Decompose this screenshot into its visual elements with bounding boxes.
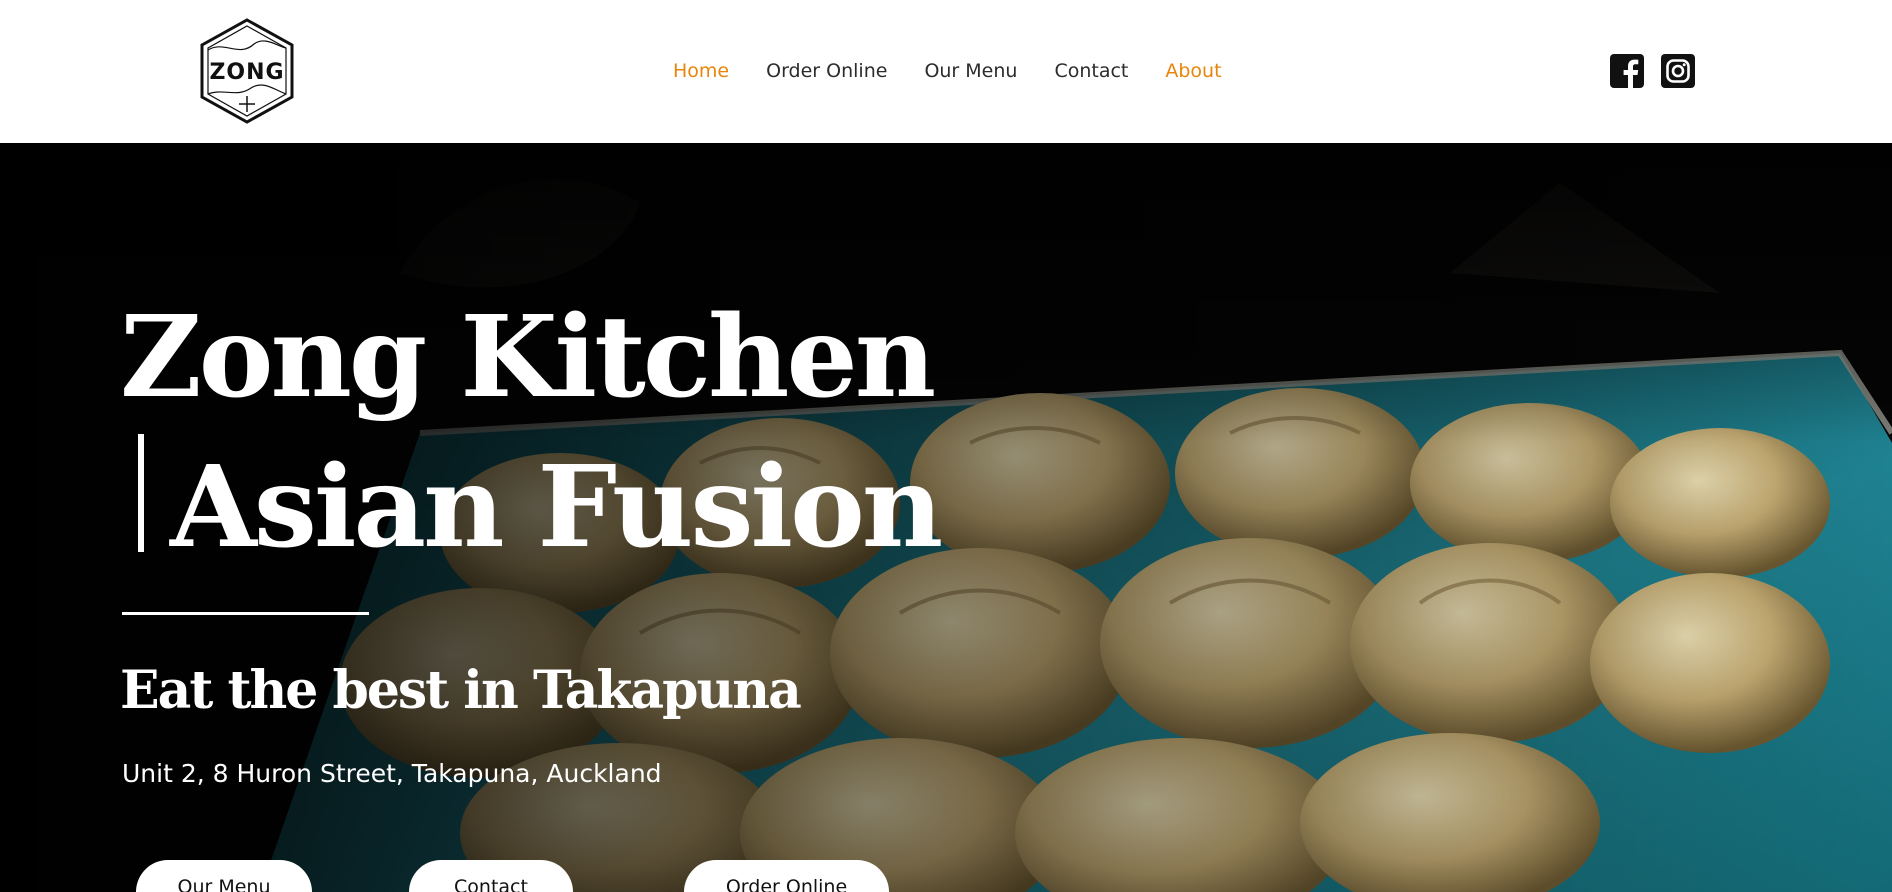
site-header: ZONG Home Order Online Our Menu Contact …	[0, 0, 1892, 143]
hero-title-line1: Zong Kitchen	[120, 292, 936, 423]
facebook-icon[interactable]	[1610, 54, 1644, 88]
title-divider-bar	[138, 434, 144, 552]
hero-tagline: Eat the best in Takapuna	[120, 660, 802, 721]
contact-button[interactable]: Contact	[409, 860, 573, 892]
instagram-icon[interactable]	[1661, 54, 1695, 88]
hero-address: Unit 2, 8 Huron Street, Takapuna, Auckla…	[122, 759, 662, 788]
hero-section: Zong Kitchen Asian Fusion Eat the best i…	[0, 143, 1892, 892]
nav-contact[interactable]: Contact	[1054, 60, 1128, 82]
hero-title: Zong Kitchen Asian Fusion	[120, 283, 943, 583]
order-online-button[interactable]: Order Online	[684, 860, 889, 892]
zong-logo[interactable]: ZONG	[199, 18, 295, 124]
our-menu-button[interactable]: Our Menu	[136, 860, 312, 892]
nav-home[interactable]: Home	[673, 60, 729, 82]
zong-logo-icon: ZONG	[200, 18, 294, 124]
main-nav: Home Order Online Our Menu Contact About	[673, 57, 1259, 85]
nav-our-menu[interactable]: Our Menu	[924, 60, 1017, 82]
nav-order-online[interactable]: Order Online	[766, 60, 887, 82]
hero-title-line2-wrap: Asian Fusion	[120, 433, 943, 583]
hero-title-line2: Asian Fusion	[170, 442, 943, 573]
hero-divider	[122, 612, 369, 615]
nav-about[interactable]: About	[1165, 60, 1221, 82]
logo-text: ZONG	[209, 60, 284, 85]
social-links	[1610, 54, 1695, 88]
